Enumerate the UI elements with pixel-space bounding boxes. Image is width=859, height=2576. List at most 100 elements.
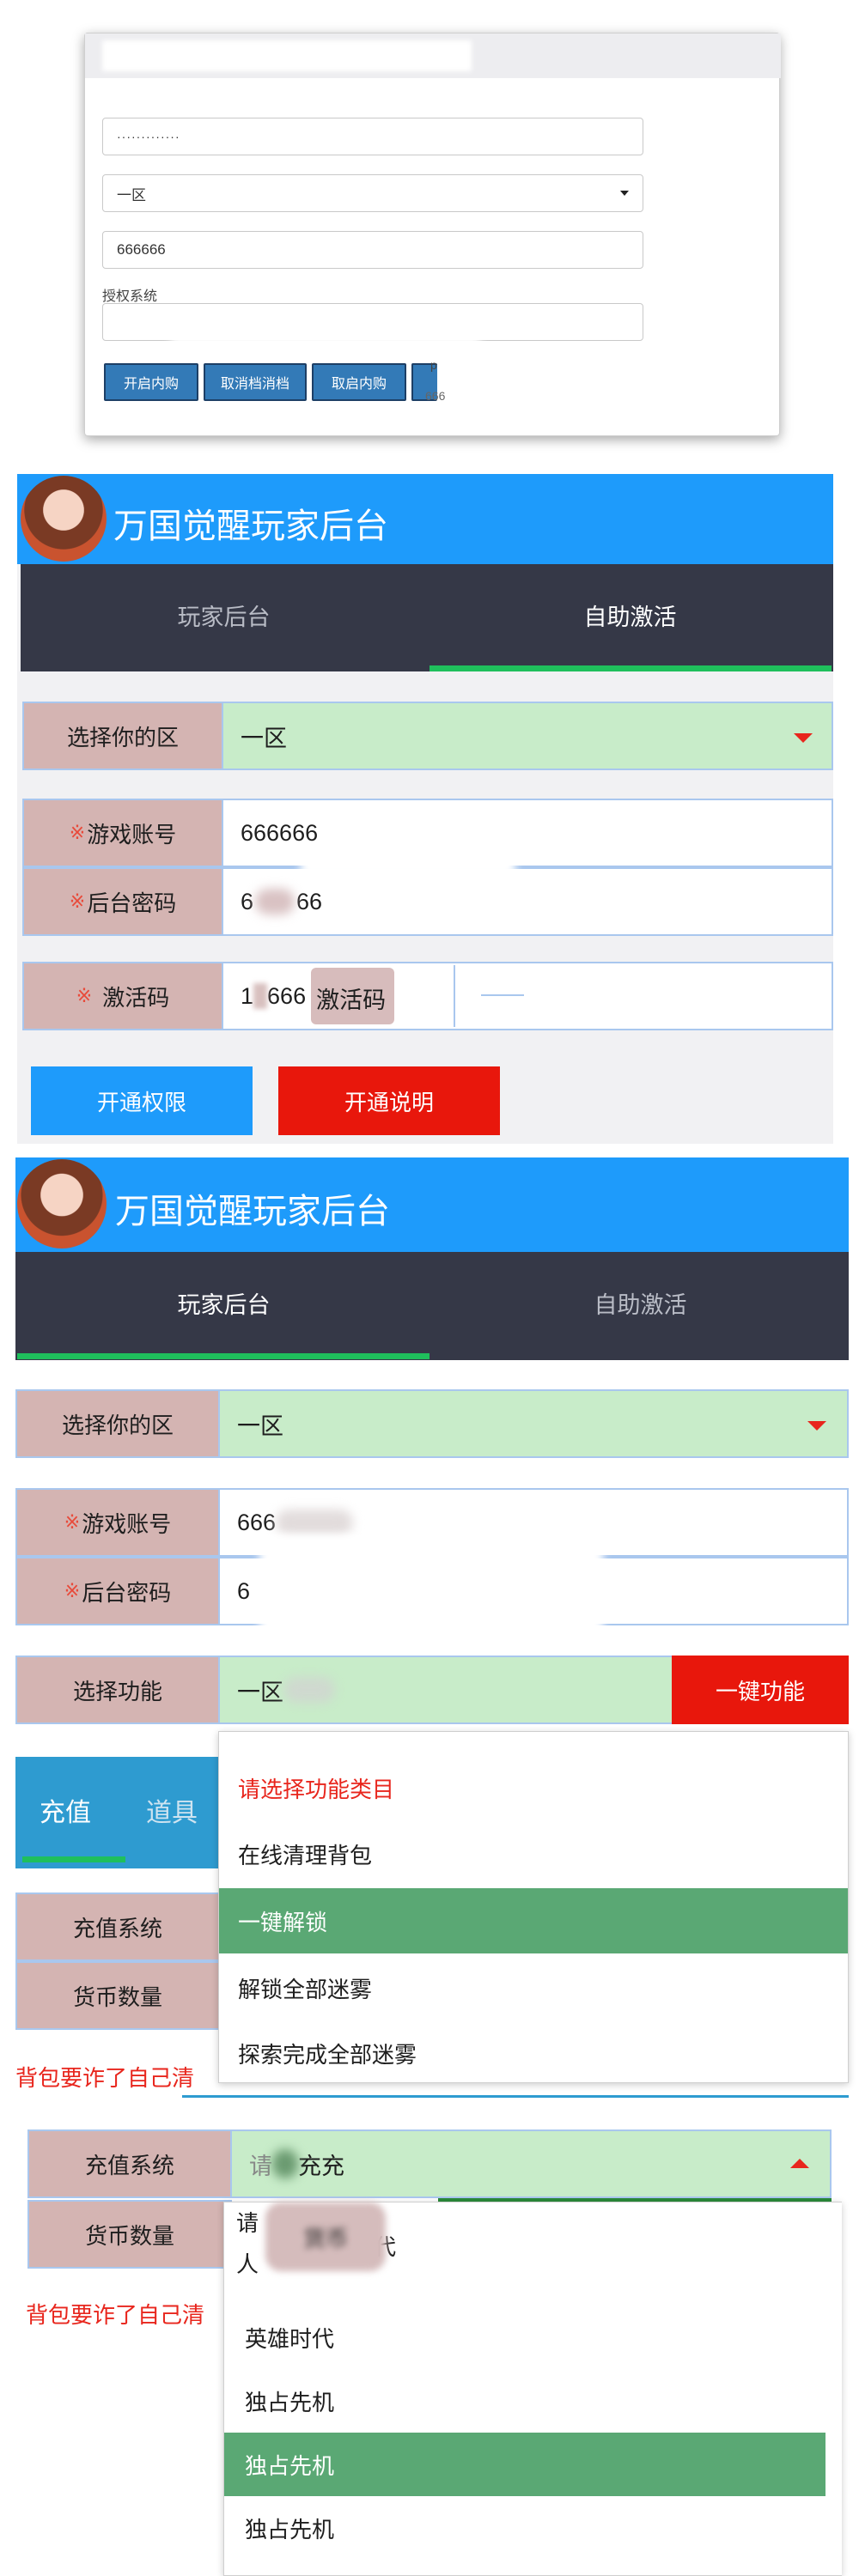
divider	[182, 2095, 849, 2098]
recharge-label: 充值系统	[15, 1893, 220, 1961]
zone-select-value: 一区	[237, 1413, 283, 1439]
side-fragment: 666	[425, 389, 446, 403]
tab-self-activation[interactable]: 自助激活	[432, 1252, 849, 1353]
divider	[481, 994, 524, 996]
password-input[interactable]: ·············	[102, 118, 643, 155]
redacted-area	[259, 1535, 603, 1638]
required-icon: ※	[69, 890, 86, 912]
code-label: ※ 激活码	[22, 962, 223, 1030]
cancel-purchase-button[interactable]: 取消档消档	[204, 363, 307, 401]
recharge-select-value: 请	[249, 2153, 272, 2179]
zone-select-value: 一区	[241, 725, 287, 751]
redacted-area	[301, 855, 515, 878]
menu-item-exclusive[interactable]: 独占先机	[224, 2496, 841, 2560]
zone-select[interactable]: 一区	[102, 174, 643, 212]
active-subtab-indicator	[22, 1856, 125, 1862]
redacted-area	[272, 2149, 298, 2178]
account-label: ※ 游戏账号	[22, 799, 223, 867]
password-label: ※ 后台密码	[22, 867, 223, 936]
active-tab-indicator	[17, 1353, 430, 1359]
redacted-area	[283, 1677, 335, 1703]
redacted-area	[102, 40, 472, 71]
currency-label: 货币数量	[27, 2200, 232, 2269]
menu-item-placeholder[interactable]: 请选择功能类目	[219, 1756, 848, 1820]
redacted-area	[171, 317, 480, 346]
caret-down-icon	[794, 733, 813, 743]
password-label: ※ 后台密码	[15, 1557, 220, 1625]
password-label-text: 后台密码	[87, 890, 177, 916]
password-input[interactable]: 6 66	[222, 867, 833, 936]
currency-value: 货币	[265, 2202, 386, 2271]
code-placeholder: 激活码	[311, 968, 395, 1024]
redacted-area	[253, 983, 268, 1009]
login-card: ············· 一区 666666 授权系统 开启内购 取消档消档 …	[84, 33, 781, 436]
function-dropdown: 请选择功能类目 在线清理背包 一键解锁 解锁全部迷雾 探索完成全部迷雾	[218, 1731, 849, 2083]
divider	[454, 965, 455, 1027]
player-panel: 万国觉醒玩家后台 玩家后台 自助激活 选择你的区 一区 ※ 游戏账号 666 ※ 后…	[10, 1157, 849, 2100]
recharge-select[interactable]: 请 充充	[230, 2129, 832, 2198]
account-label-text: 游戏账号	[87, 821, 177, 848]
redacted-area	[162, 281, 334, 300]
tab-player-backend[interactable]: 玩家后台	[21, 564, 427, 665]
page-title: 万国觉醒玩家后台	[113, 507, 388, 545]
tab-bar: 玩家后台 自助激活	[21, 564, 833, 671]
required-icon: ※	[64, 1511, 81, 1533]
code-value: 666	[267, 982, 307, 1009]
app-banner: 万国觉醒玩家后台	[15, 1157, 849, 1252]
zone-select[interactable]: 一区	[218, 1389, 849, 1458]
purchase-button[interactable]: 取启内购	[312, 363, 406, 401]
password-value: 66	[296, 888, 323, 914]
open-permission-button[interactable]: 开通权限	[31, 1066, 253, 1135]
account-label: ※ 游戏账号	[15, 1488, 220, 1557]
menu-item-unlock-fog[interactable]: 解锁全部迷雾	[219, 1955, 848, 2020]
menu-item-hero-era[interactable]: 英雄时代	[224, 2306, 841, 2369]
zone-select[interactable]: 一区	[222, 702, 833, 770]
tab-player-backend[interactable]: 玩家后台	[15, 1252, 432, 1353]
recharge-dropdown: 请 人 代 货币 英雄时代 独占先机 独占先机 独占先机	[223, 2202, 842, 2576]
menu-item-explore-fog[interactable]: 探索完成全部迷雾	[219, 2020, 848, 2086]
activation-panel: 万国觉醒玩家后台 玩家后台 自助激活 选择你的区 一区 ※ 游戏账号 666666…	[17, 474, 833, 1144]
avatar	[21, 476, 107, 562]
side-fragment: p	[430, 358, 437, 372]
warning-text: 背包要诈了自己清	[26, 2302, 205, 2328]
tab-bar: 玩家后台 自助激活	[15, 1252, 849, 1360]
recharge-label: 充值系统	[27, 2129, 232, 2198]
required-icon: ※	[64, 1580, 81, 1601]
recharge-panel: 充值系统 请 充充 货币数量 背包要诈了自己清 请 人 代 货币 英雄时代 独占…	[17, 2129, 842, 2576]
zone-label: 选择你的区	[22, 702, 223, 770]
account-label-text: 游戏账号	[82, 1510, 172, 1537]
account-input[interactable]: 666666	[102, 231, 643, 269]
password-value: 6	[237, 1577, 251, 1604]
code-input[interactable]: 1 666 激活码	[222, 962, 833, 1030]
code-value: 1	[241, 982, 254, 1009]
redacted-area	[255, 889, 295, 914]
function-select[interactable]: 一区	[218, 1656, 679, 1724]
function-label: 选择功能	[15, 1656, 220, 1724]
subtab-items[interactable]: 道具	[146, 1791, 198, 1829]
menu-item-unlock[interactable]: 一键解锁	[219, 1888, 848, 1953]
menu-item-exclusive-selected[interactable]: 独占先机	[224, 2433, 825, 2496]
recharge-select-value: 充充	[298, 2153, 344, 2179]
instructions-button[interactable]: 开通说明	[278, 1066, 500, 1135]
tab-self-activation[interactable]: 自助激活	[427, 564, 833, 665]
subtab-bar: 充值 道具	[15, 1757, 220, 1868]
function-select-value: 一区	[237, 1679, 283, 1705]
auth-label: 授权系统	[102, 289, 158, 304]
avatar	[17, 1159, 107, 1249]
chevron-down-icon	[620, 191, 629, 196]
subtab-recharge[interactable]: 充值	[40, 1791, 91, 1829]
required-icon: ※	[69, 822, 86, 843]
zone-label: 选择你的区	[15, 1389, 220, 1458]
page-title: 万国觉醒玩家后台	[115, 1193, 390, 1230]
zone-select-value: 一区	[117, 186, 146, 204]
one-click-button[interactable]: 一键功能	[672, 1656, 849, 1724]
account-value: 666	[237, 1509, 277, 1535]
login-panel: ············· 一区 666666 授权系统 开启内购 取消档消档 …	[0, 0, 859, 464]
caret-down-icon	[807, 1421, 826, 1431]
app-banner: 万国觉醒玩家后台	[17, 474, 833, 564]
menu-item-exclusive[interactable]: 独占先机	[224, 2369, 841, 2433]
password-value: 6	[241, 888, 254, 914]
menu-item-clear-bag[interactable]: 在线清理背包	[219, 1821, 848, 1886]
password-label-text: 后台密码	[82, 1579, 172, 1606]
enable-purchase-button[interactable]: 开启内购	[104, 363, 198, 401]
